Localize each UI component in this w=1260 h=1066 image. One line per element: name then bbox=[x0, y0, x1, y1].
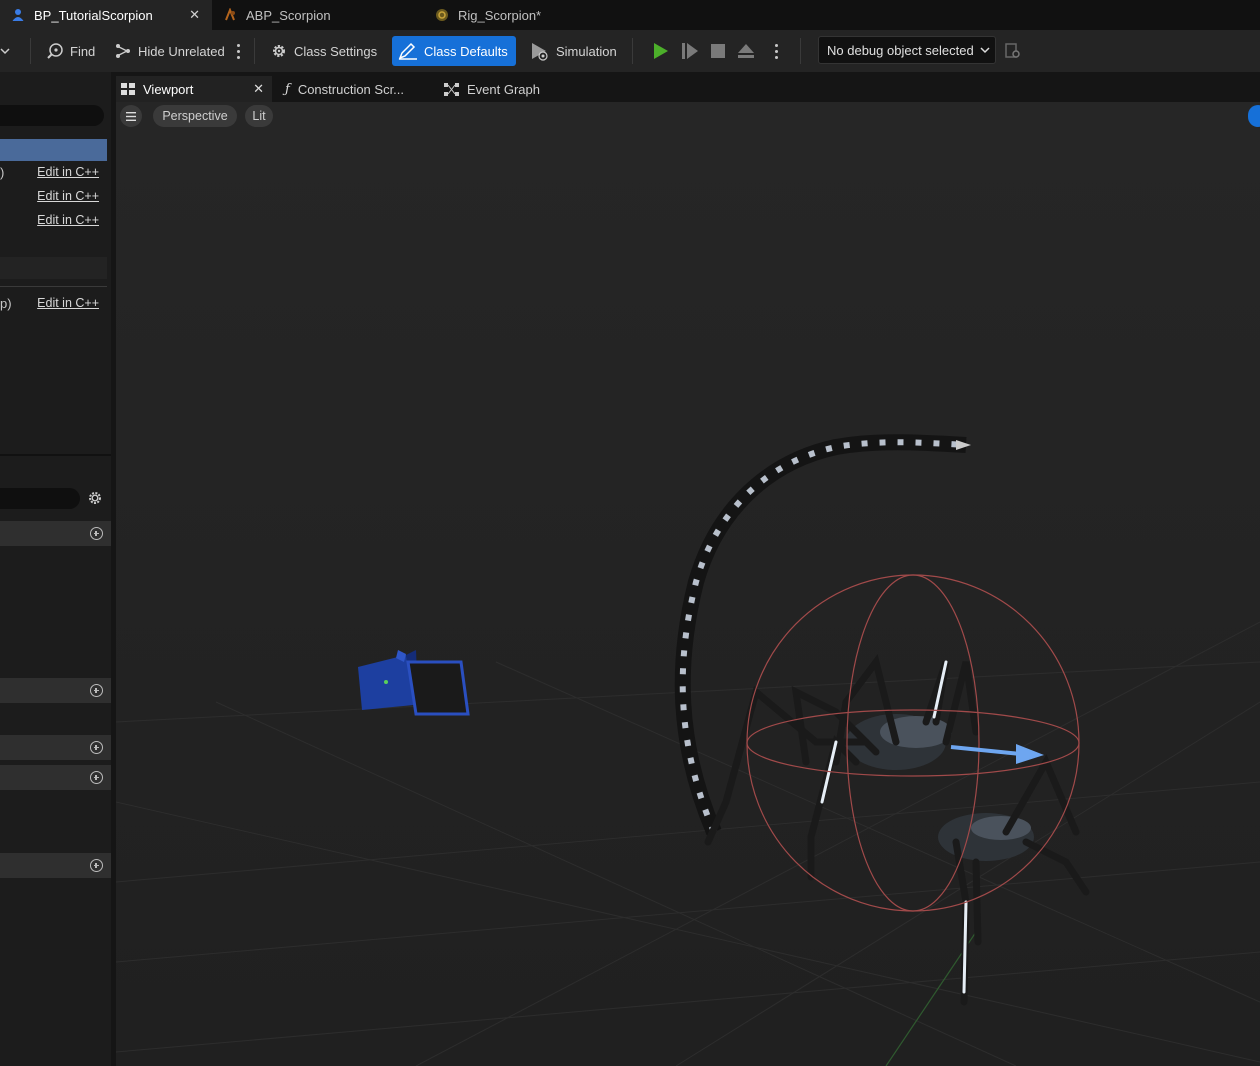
my-blueprint-search-input[interactable] bbox=[0, 488, 80, 509]
toolbar-divider bbox=[30, 38, 31, 64]
chevron-down-icon bbox=[980, 47, 990, 54]
hide-unrelated-button[interactable]: Hide Unrelated bbox=[114, 36, 225, 66]
viewport-grid-icon bbox=[121, 83, 135, 95]
main-toolbar: Find Hide Unrelated Class Settings Class… bbox=[0, 30, 1260, 72]
viewport-scene bbox=[116, 102, 1260, 1066]
components-search-input[interactable] bbox=[0, 105, 104, 126]
step-forward-icon bbox=[682, 43, 698, 59]
doc-tab-label: Rig_Scorpion* bbox=[458, 7, 542, 23]
lit-mode-button[interactable]: Lit bbox=[245, 105, 273, 127]
class-settings-button[interactable]: Class Settings bbox=[270, 36, 377, 66]
component-name-fragment: ) bbox=[0, 165, 5, 180]
left-panel: ) Edit in C++ Edit in C++ Edit in C++ p)… bbox=[0, 72, 111, 1066]
component-row[interactable]: ) Edit in C++ bbox=[0, 160, 107, 184]
control-rig-icon bbox=[434, 7, 450, 23]
section-header[interactable] bbox=[0, 521, 111, 546]
debug-filter-button[interactable] bbox=[1004, 36, 1028, 66]
add-icon[interactable] bbox=[90, 741, 103, 754]
section-header[interactable] bbox=[0, 853, 111, 878]
section-header[interactable] bbox=[0, 678, 111, 703]
component-row[interactable]: Edit in C++ bbox=[0, 208, 107, 232]
step-button[interactable] bbox=[678, 36, 708, 66]
function-icon: ƒ bbox=[285, 81, 290, 97]
doc-tab-abp-scorpion[interactable]: ABP_Scorpion bbox=[212, 0, 422, 30]
close-icon[interactable]: ✕ bbox=[253, 81, 264, 97]
class-defaults-label: Class Defaults bbox=[424, 43, 508, 59]
editor-tab-strip: Viewport ✕ ƒ Construction Scr... Event G… bbox=[111, 72, 1260, 102]
selected-component-row[interactable] bbox=[0, 139, 107, 161]
gear-icon[interactable] bbox=[87, 490, 103, 509]
anim-blueprint-icon bbox=[222, 7, 238, 23]
toolbar-divider bbox=[632, 38, 633, 64]
toolbar-divider bbox=[800, 38, 801, 64]
edit-in-cpp-link[interactable]: Edit in C++ bbox=[37, 213, 99, 227]
find-button[interactable]: Find bbox=[46, 36, 95, 66]
tab-viewport[interactable]: Viewport ✕ bbox=[116, 76, 272, 102]
event-graph-icon bbox=[444, 82, 459, 96]
play-button[interactable] bbox=[648, 36, 680, 66]
viewport-realtime-toggle[interactable] bbox=[1248, 105, 1260, 127]
hamburger-icon bbox=[126, 111, 136, 121]
chevron-down-icon[interactable] bbox=[0, 36, 16, 66]
add-icon[interactable] bbox=[90, 859, 103, 872]
hide-unrelated-icon bbox=[116, 44, 130, 58]
doc-tab-label: BP_TutorialScorpion bbox=[34, 7, 153, 23]
add-icon[interactable] bbox=[90, 527, 103, 540]
document-tab-strip: BP_TutorialScorpion ✕ ABP_Scorpion Rig_S… bbox=[0, 0, 1260, 30]
eject-button[interactable] bbox=[734, 36, 764, 66]
viewport[interactable]: Perspective Lit bbox=[116, 102, 1260, 1066]
viewport-menu-button[interactable] bbox=[120, 105, 142, 127]
tab-event-graph[interactable]: Event Graph bbox=[444, 76, 584, 102]
simulation-icon bbox=[532, 43, 548, 61]
tab-construction-script[interactable]: ƒ Construction Scr... bbox=[283, 76, 433, 102]
close-icon[interactable]: ✕ bbox=[189, 7, 200, 23]
debug-filter-icon bbox=[1005, 43, 1020, 58]
section-header[interactable] bbox=[0, 765, 111, 790]
component-row[interactable]: Edit in C++ bbox=[0, 184, 107, 208]
stop-button[interactable] bbox=[706, 36, 736, 66]
class-defaults-button[interactable]: Class Defaults bbox=[392, 36, 516, 66]
panel-splitter[interactable] bbox=[0, 454, 111, 456]
play-options-icon[interactable] bbox=[775, 44, 779, 62]
hide-unrelated-options-icon[interactable] bbox=[237, 44, 241, 62]
edit-in-cpp-link[interactable]: Edit in C++ bbox=[37, 189, 99, 203]
play-icon bbox=[654, 43, 668, 59]
add-icon[interactable] bbox=[90, 771, 103, 784]
component-name-fragment: p) bbox=[0, 296, 12, 311]
perspective-view-button[interactable]: Perspective bbox=[153, 105, 237, 127]
component-row[interactable] bbox=[0, 257, 107, 279]
toolbar-divider bbox=[254, 38, 255, 64]
doc-tab-label: ABP_Scorpion bbox=[246, 7, 331, 23]
component-row[interactable]: p) Edit in C++ bbox=[0, 291, 107, 315]
tab-construction-script-label: Construction Scr... bbox=[297, 81, 405, 97]
add-icon[interactable] bbox=[90, 684, 103, 697]
blueprint-person-icon bbox=[10, 7, 26, 23]
edit-in-cpp-link[interactable]: Edit in C++ bbox=[37, 296, 99, 310]
doc-tab-rig-scorpion[interactable]: Rig_Scorpion* bbox=[424, 0, 634, 30]
doc-tab-bp-tutorialscorpion[interactable]: BP_TutorialScorpion ✕ bbox=[0, 0, 212, 30]
divider bbox=[0, 286, 107, 287]
edit-in-cpp-link[interactable]: Edit in C++ bbox=[37, 165, 99, 179]
class-settings-label: Class Settings bbox=[294, 43, 378, 59]
edit-defaults-icon bbox=[398, 42, 417, 60]
eject-icon bbox=[738, 44, 754, 58]
gear-icon bbox=[273, 45, 285, 57]
stop-icon bbox=[711, 44, 725, 58]
debug-object-dropdown[interactable]: No debug object selected bbox=[818, 36, 996, 64]
simulation-button[interactable]: Simulation bbox=[530, 36, 617, 66]
debug-object-label: No debug object selected bbox=[827, 42, 974, 58]
tab-viewport-label: Viewport bbox=[143, 81, 194, 97]
hide-unrelated-label: Hide Unrelated bbox=[138, 43, 225, 59]
tab-event-graph-label: Event Graph bbox=[467, 81, 540, 97]
simulation-label: Simulation bbox=[556, 43, 617, 59]
section-header[interactable] bbox=[0, 735, 111, 760]
find-label: Find bbox=[70, 43, 96, 59]
find-icon bbox=[47, 43, 63, 59]
